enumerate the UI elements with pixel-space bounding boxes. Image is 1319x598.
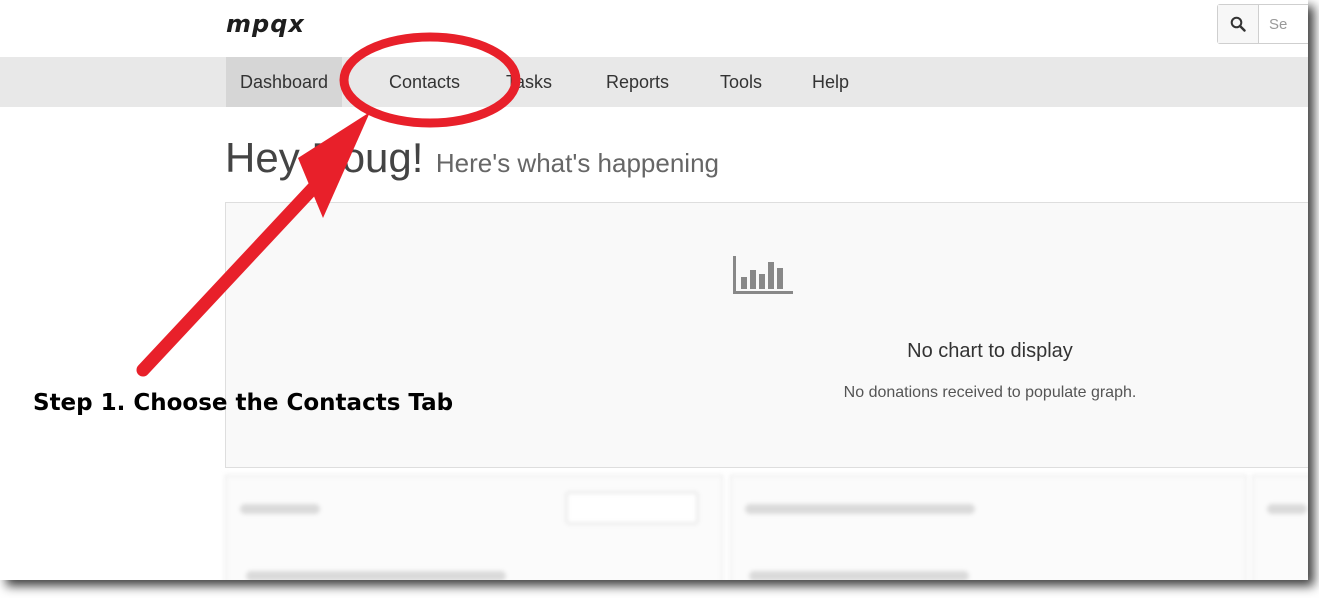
blurred-panel-left [225,475,723,580]
greeting-subheading: Here's what's happening [435,148,719,178]
no-chart-title: No chart to display [907,340,1073,362]
donations-chart-panel [225,202,1308,468]
blurred-text [240,504,320,514]
tab-reports[interactable]: Reports [592,57,683,107]
step-instruction: Step 1. Choose the Contacts Tab [33,390,454,416]
blurred-text [1267,504,1307,514]
blurred-text [246,571,506,580]
main-navbar: Dashboard Contacts Tasks Reports Tools H… [0,57,1308,107]
greeting-heading: Hey Doug! [225,134,424,181]
app-logo[interactable]: mpqx [226,10,305,38]
blurred-button [566,492,698,524]
tab-contacts[interactable]: Contacts [375,57,474,107]
blurred-panel-middle [730,475,1247,580]
search-box[interactable]: Se [1217,4,1308,44]
blurred-text [745,504,975,514]
tab-tasks[interactable]: Tasks [492,57,566,107]
bar-chart-icon [733,256,793,294]
tab-dashboard[interactable]: Dashboard [226,57,343,107]
tab-help[interactable]: Help [798,57,863,107]
blurred-panel-right [1252,475,1308,580]
no-chart-subtitle: No donations received to populate graph. [843,384,1137,401]
page-title: Hey Doug! Here's what's happening [225,134,719,182]
search-button[interactable] [1218,5,1259,43]
search-input[interactable]: Se [1259,16,1287,33]
search-icon [1230,16,1246,32]
tab-tools[interactable]: Tools [706,57,776,107]
blurred-text [749,571,969,580]
screenshot-sheet: mpqx Se Dashboard Contacts Tasks Reports… [0,0,1308,580]
